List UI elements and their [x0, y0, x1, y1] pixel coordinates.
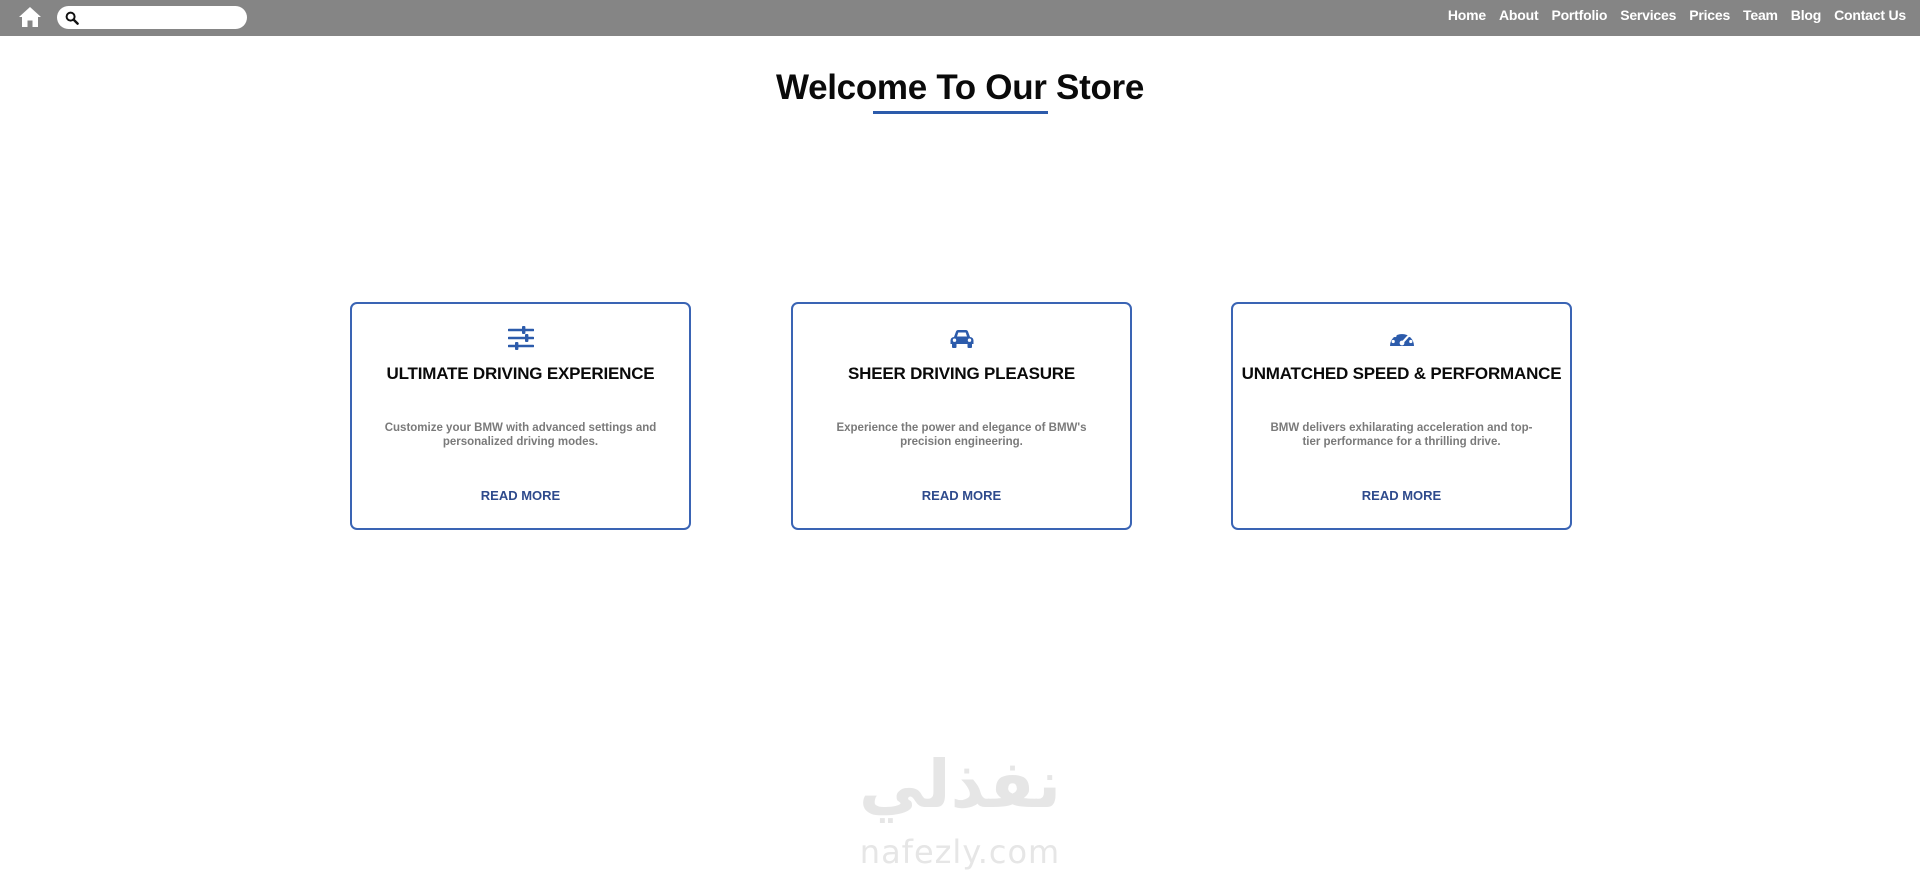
speedometer-icon [1389, 330, 1414, 346]
sliders-icon [507, 326, 534, 350]
nav-portfolio[interactable]: Portfolio [1551, 7, 1607, 23]
search-icon [65, 11, 79, 25]
main-nav: Home About Portfolio Services Prices Tea… [1448, 0, 1906, 30]
feature-card-speed-performance: UNMATCHED SPEED & PERFORMANCE BMW delive… [1231, 302, 1572, 530]
nav-prices[interactable]: Prices [1689, 7, 1730, 23]
card-title: ULTIMATE DRIVING EXPERIENCE [386, 364, 655, 383]
title-underline [873, 111, 1048, 114]
search-box[interactable] [57, 6, 247, 29]
nav-team[interactable]: Team [1743, 7, 1778, 23]
read-more-link[interactable]: READ MORE [793, 488, 1130, 503]
search-input[interactable] [83, 8, 239, 27]
card-title: UNMATCHED SPEED & PERFORMANCE [1241, 364, 1562, 383]
top-navbar: Home About Portfolio Services Prices Tea… [0, 0, 1920, 36]
car-icon [950, 330, 973, 348]
nav-home[interactable]: Home [1448, 7, 1486, 23]
card-description: Experience the power and elegance of BMW… [836, 422, 1087, 448]
home-icon[interactable] [18, 6, 42, 28]
card-title: SHEER DRIVING PLEASURE [847, 364, 1076, 383]
page-title: Welcome To Our Store [775, 68, 1145, 107]
watermark-logo-latin: nafezly.com [859, 833, 1061, 871]
nav-blog[interactable]: Blog [1791, 7, 1822, 23]
feature-card-driving-experience: ULTIMATE DRIVING EXPERIENCE Customize yo… [350, 302, 691, 530]
read-more-link[interactable]: READ MORE [1233, 488, 1570, 503]
nav-services[interactable]: Services [1620, 7, 1676, 23]
card-description: Customize your BMW with advanced setting… [384, 422, 657, 448]
read-more-link[interactable]: READ MORE [352, 488, 689, 503]
nav-contact-us[interactable]: Contact Us [1834, 7, 1906, 23]
card-description: BMW delivers exhilarating acceleration a… [1270, 422, 1533, 448]
feature-card-driving-pleasure: SHEER DRIVING PLEASURE Experience the po… [791, 302, 1132, 530]
nav-about[interactable]: About [1499, 7, 1539, 23]
watermark-logo-arabic: نفذلي [859, 746, 1061, 823]
